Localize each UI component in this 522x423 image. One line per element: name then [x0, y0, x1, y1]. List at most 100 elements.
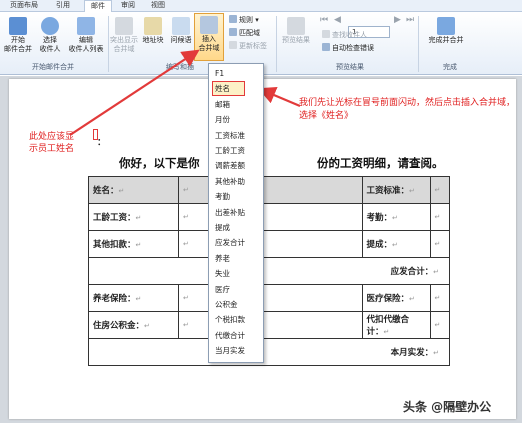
select-recipients-button[interactable]: 选择 收件人 [32, 15, 68, 59]
tab-references[interactable]: 引用 [48, 0, 78, 12]
merge-field-option[interactable]: 邮箱 [215, 98, 230, 112]
merge-field-option[interactable]: 月份 [215, 113, 230, 127]
merge-field-option[interactable]: 出差补贴 [215, 206, 245, 220]
merge-field-option[interactable]: 工龄工资 [215, 144, 245, 158]
find-recipient-label: 查找收件人 [332, 31, 367, 39]
merge-field-option[interactable]: F1 [215, 67, 224, 81]
finish-merge-button[interactable]: 完成并合并 [424, 15, 468, 59]
table-cell[interactable]: 医疗保险：↵ [361, 284, 431, 312]
rules-button[interactable]: 规则 ▾ [229, 15, 259, 26]
table-cell[interactable]: 代扣代缴合计：↵ [361, 311, 431, 339]
start-merge-label: 开始 邮件合并 [4, 36, 32, 53]
name-colon[interactable]: ： [97, 135, 106, 148]
table-cell[interactable]: ↵ [429, 311, 450, 339]
return-mark: ↵ [183, 213, 189, 221]
highlight-fields-button[interactable]: 突出显示 合并域 [106, 15, 142, 59]
edit-recipients-button[interactable]: 编辑 收件人列表 [66, 15, 106, 59]
merge-field-option[interactable]: 调薪差额 [215, 159, 245, 173]
table-cell[interactable]: ↵ [178, 284, 363, 312]
table-cell-label: 应发合计： [390, 267, 434, 277]
tab-view[interactable]: 视图 [146, 0, 170, 12]
last-record-button[interactable]: ⏭ [406, 15, 414, 26]
merge-field-option[interactable]: 姓名 [215, 82, 230, 96]
table-cell[interactable]: 工龄工资：↵ [88, 203, 179, 231]
insert-merge-field-label: 插入 合并域 [198, 35, 220, 52]
merge-field-option[interactable]: 公积金 [215, 298, 238, 312]
table-cell[interactable]: ↵ [178, 176, 363, 204]
preview-results-button[interactable]: 预览结果 [278, 15, 314, 59]
watermark: 头条 @隔壁办公 [403, 400, 492, 414]
address-block-icon [144, 17, 162, 35]
table-cell-label: 姓名： [93, 186, 119, 196]
merge-field-option[interactable]: 提成 [215, 221, 230, 235]
insert-field-icon [200, 16, 218, 34]
table-cell-label: 工资标准： [366, 186, 410, 196]
return-mark: ↵ [434, 213, 441, 221]
table-cell[interactable]: ↵ [178, 311, 363, 339]
merge-field-option[interactable]: 个税扣款 [215, 313, 245, 327]
update-labels-button[interactable]: 更新标签 [229, 41, 267, 52]
prev-record-button[interactable]: ◀ [334, 15, 341, 26]
start-merge-button[interactable]: 开始 邮件合并 [0, 15, 36, 59]
table-cell[interactable]: ↵ [429, 230, 450, 258]
address-block-button[interactable]: 地址块 [138, 15, 168, 59]
greeting-text-right: 份的工资明细，请查阅。 [317, 156, 444, 170]
table-row: 其他扣款：↵ ↵ 提成：↵ ↵ [88, 230, 450, 258]
match-fields-button[interactable]: 匹配域 [229, 28, 260, 39]
table-cell-label: 考勤： [366, 213, 393, 223]
highlight-fields-label: 突出显示 合并域 [110, 36, 138, 53]
merge-field-option[interactable]: 应发合计 [215, 236, 245, 250]
return-mark: ↵ [434, 186, 441, 194]
preview-icon [287, 17, 305, 35]
finish-merge-icon [437, 17, 455, 35]
table-cell[interactable]: ↵ [178, 230, 363, 258]
table-cell[interactable]: 提成：↵ [361, 230, 431, 258]
table-cell-label: 住房公积金： [93, 321, 145, 331]
salary-table: 姓名：↵ ↵ 工资标准：↵ ↵ 工龄工资：↵ ↵ 考勤：↵ ↵ 其他扣款：↵ ↵ 提成：↵ ↵ 应发合计… [88, 176, 450, 366]
merge-field-option[interactable]: 代缴合计 [215, 329, 245, 343]
merge-field-option[interactable]: 当月实发 [215, 344, 245, 358]
table-cell[interactable]: 工资标准：↵ [361, 176, 431, 204]
tab-review[interactable]: 审阅 [116, 0, 140, 12]
table-cell[interactable]: ↵ [429, 284, 450, 312]
greeting-line-button[interactable]: 问候语 [166, 15, 196, 59]
merge-field-option[interactable]: 考勤 [215, 190, 230, 204]
merge-field-option[interactable]: 工资标准 [215, 129, 245, 143]
find-recipient-button[interactable]: 查找收件人 [322, 30, 367, 41]
table-cell-label: 养老保险： [93, 294, 136, 304]
table-cell[interactable]: 应发合计：↵ [88, 257, 450, 285]
table-cell[interactable]: 本月实发：↵ [88, 338, 450, 366]
merge-field-option[interactable]: 医疗 [215, 283, 230, 297]
first-record-button[interactable]: ⏮ [320, 15, 328, 26]
merge-field-option[interactable]: 其他补助 [215, 175, 245, 189]
table-cell[interactable]: 姓名：↵ [88, 176, 179, 204]
insert-merge-field-button[interactable]: 插入 合并域 [194, 13, 224, 61]
table-cell[interactable]: ↵ [429, 203, 450, 231]
merge-field-option[interactable]: 养老 [215, 252, 230, 266]
return-mark: ↵ [434, 321, 441, 329]
table-row: 应发合计：↵ [88, 257, 450, 285]
return-mark: ↵ [434, 294, 441, 302]
table-cell-label: 提成： [366, 240, 393, 250]
address-block-label: 地址块 [142, 36, 164, 44]
tab-page-layout[interactable]: 页面布局 [4, 0, 44, 12]
auto-check-button[interactable]: 自动检查错误 [322, 43, 374, 54]
merge-field-option[interactable]: 失业 [215, 267, 230, 281]
next-record-button[interactable]: ▶ [394, 15, 401, 26]
table-cell[interactable]: ↵ [178, 203, 363, 231]
table-cell[interactable]: ↵ [429, 176, 450, 204]
table-row: 住房公积金：↵ ↵ 代扣代缴合计：↵ ↵ [88, 311, 450, 339]
table-cell[interactable]: 养老保险：↵ [88, 284, 179, 312]
return-mark: ↵ [383, 328, 390, 336]
return-mark: ↵ [409, 187, 415, 195]
table-cell-label: 医疗保险： [366, 294, 410, 304]
table-cell[interactable]: 考勤：↵ [361, 203, 431, 231]
table-cell[interactable]: 其他扣款：↵ [88, 230, 179, 258]
finish-merge-label: 完成并合并 [428, 36, 464, 44]
table-cell-label: 本月实发： [390, 348, 434, 358]
update-icon [229, 41, 237, 49]
instruction-note: 我们先让光标在冒号前面闪动，然后点击插入合并域，选择《姓名》 [299, 98, 516, 121]
greeting-icon [172, 17, 190, 35]
preview-results-label: 预览结果 [282, 36, 310, 44]
table-cell[interactable]: 住房公积金：↵ [88, 311, 179, 339]
